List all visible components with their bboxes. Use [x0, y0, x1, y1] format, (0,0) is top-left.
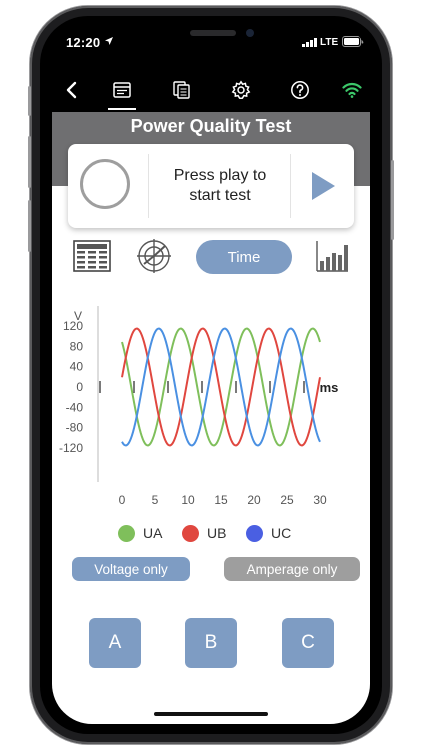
phone-screen: 12:20 LTE Power Quality Test Press play …	[52, 24, 370, 724]
status-bar: 12:20 LTE	[52, 24, 370, 60]
home-indicator	[154, 712, 268, 716]
clipboard-check-icon	[113, 82, 131, 98]
wifi-icon	[342, 82, 362, 98]
question-circle-icon	[291, 81, 309, 99]
time-view-button[interactable]: Time	[196, 240, 292, 274]
x-axis-unit-label: ms	[320, 380, 339, 395]
tab-reports[interactable]	[168, 76, 196, 104]
app-toolbar	[52, 72, 370, 110]
signal-bars-icon	[302, 38, 317, 47]
back-button[interactable]	[58, 76, 86, 104]
y-tick-label: -120	[59, 441, 83, 455]
series-line-ub	[121, 327, 321, 447]
page-title: Power Quality Test	[130, 116, 292, 136]
legend-swatch	[246, 524, 263, 542]
legend-label: UB	[207, 525, 227, 541]
x-tick-label: 15	[214, 493, 228, 507]
copy-documents-icon	[173, 81, 190, 99]
x-tick-label: 30	[313, 493, 327, 507]
y-tick-label: 120	[63, 319, 83, 333]
legend-label: UA	[143, 525, 163, 541]
legend-item-ua: UA	[118, 520, 162, 546]
y-tick-label: 0	[76, 380, 83, 394]
status-time: 12:20	[66, 35, 101, 50]
phasor-view-button[interactable]	[134, 238, 174, 274]
phase-b-button[interactable]: B	[185, 618, 237, 668]
phase-a-button[interactable]: A	[89, 618, 141, 668]
side-button-mute	[28, 86, 31, 116]
bar-chart-icon	[316, 241, 348, 272]
card-divider	[290, 154, 291, 218]
legend-item-uc: UC	[246, 520, 291, 546]
y-tick-label: -80	[66, 421, 84, 435]
y-tick-label: -40	[66, 400, 84, 414]
help-button[interactable]	[286, 76, 314, 104]
x-tick-label: 10	[181, 493, 195, 507]
play-icon[interactable]	[308, 168, 338, 204]
x-tick-label: 20	[247, 493, 261, 507]
phasor-diagram-icon	[137, 239, 171, 273]
side-button-volume-up	[28, 136, 31, 188]
voltage-waveform-chart: V12080400-40-80-1200 5 10 15 20 25 30ms	[59, 306, 339, 507]
legend-item-ub: UB	[182, 520, 226, 546]
side-button-volume-down	[28, 200, 31, 252]
y-tick-label: 40	[70, 360, 84, 374]
phase-c-button[interactable]: C	[282, 618, 334, 668]
legend-label: UC	[271, 525, 292, 541]
location-arrow-icon	[105, 37, 113, 45]
chevron-left-icon	[66, 81, 77, 99]
tab-test[interactable]	[108, 76, 136, 110]
series-line-ua	[121, 327, 321, 447]
legend-swatch	[118, 524, 135, 542]
wifi-connection-button[interactable]	[338, 76, 366, 104]
legend-swatch	[182, 524, 199, 542]
chart-legend: UA UB UC	[52, 520, 370, 546]
series-line-uc	[121, 327, 321, 447]
amperage-only-button[interactable]: Amperage only	[224, 557, 360, 581]
battery-icon	[342, 36, 364, 47]
tab-settings[interactable]	[227, 76, 255, 104]
gear-icon	[231, 80, 251, 99]
x-tick-label: 0	[119, 493, 126, 507]
speaker-grille	[190, 30, 236, 36]
network-type: LTE	[320, 37, 339, 48]
front-camera	[246, 29, 254, 37]
main-content: Power Quality Test Press play to start t…	[52, 112, 370, 724]
status-indicator-ring	[80, 159, 130, 209]
side-button-power	[391, 160, 394, 240]
active-tab-indicator	[108, 108, 136, 110]
y-tick-label: 80	[70, 339, 84, 353]
voltage-only-button[interactable]: Voltage only	[72, 557, 190, 581]
x-tick-label: 25	[280, 493, 294, 507]
test-status-message: Press play to start test	[173, 167, 267, 204]
table-view-button[interactable]	[72, 238, 112, 274]
harmonics-view-button[interactable]	[314, 238, 350, 274]
test-control-card: Press play to start test	[68, 144, 354, 228]
data-table-icon	[73, 240, 111, 272]
x-tick-label: 5	[152, 493, 159, 507]
card-divider	[148, 154, 149, 218]
